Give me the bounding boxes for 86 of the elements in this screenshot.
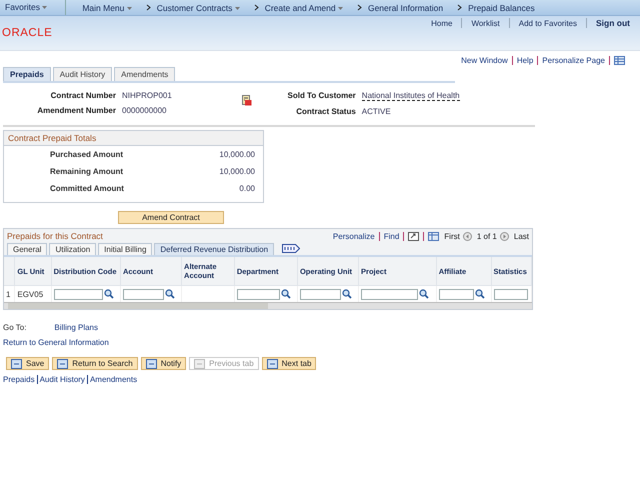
page-tab[interactable]: Prepaids (3, 67, 51, 81)
footer-link[interactable]: Prepaids (3, 375, 35, 384)
chevron-icon (457, 4, 462, 11)
logo: ORACLE (2, 27, 52, 39)
field-label: Contract Status (295, 107, 356, 116)
scrollbar[interactable] (4, 302, 532, 309)
amount-label: Purchased Amount (50, 150, 124, 159)
personalize-link[interactable]: Personalize (332, 232, 375, 240)
chevron-icon (254, 4, 259, 11)
previous-icon (462, 232, 472, 240)
toolbar-button[interactable]: Return to Search (52, 357, 138, 370)
search-icon[interactable] (164, 289, 175, 299)
page-tab[interactable]: Audit History (52, 67, 112, 81)
breadcrumb-link[interactable]: Main Menu (82, 2, 132, 12)
input-field[interactable] (122, 288, 164, 300)
header-link[interactable]: Worklist (471, 18, 500, 28)
input-field[interactable] (300, 288, 341, 300)
header-link[interactable]: Add to Favorites (518, 18, 577, 28)
next-icon (500, 232, 509, 240)
grid-tab[interactable]: Initial Billing (98, 243, 152, 255)
input-field[interactable] (494, 288, 528, 300)
report-icon[interactable] (242, 95, 252, 106)
chevron-icon (146, 4, 151, 11)
field-label: Amendment Number (36, 106, 116, 115)
input-field[interactable] (54, 288, 103, 300)
breadcrumb-link[interactable]: Prepaid Balances (468, 2, 535, 12)
return-link[interactable]: Return to General Information (3, 338, 109, 347)
search-icon[interactable] (419, 289, 430, 299)
amount-label: Committed Amount (50, 184, 124, 193)
search-icon[interactable] (280, 289, 291, 299)
field-value: 0000000000 (122, 106, 166, 115)
page-tab[interactable]: Amendments (114, 67, 176, 81)
grid-tab[interactable]: Utilization (49, 243, 96, 255)
goto-link[interactable]: Billing Plans (54, 323, 98, 332)
toolbar-icon (146, 358, 157, 368)
chevron-icon (356, 4, 362, 11)
caret-icon (338, 6, 343, 10)
header-link[interactable]: Sign out (596, 18, 630, 28)
caret-icon (42, 6, 48, 10)
amount-value: 10,000.00 (219, 167, 255, 176)
toolbar-button[interactable]: Next tab (262, 357, 316, 370)
amount-label: Remaining Amount (50, 167, 124, 176)
input-field[interactable] (438, 288, 474, 300)
customer-link[interactable]: National Institutes of Health (362, 91, 460, 101)
toolbar-icon (57, 358, 68, 368)
grid-tab[interactable]: General (7, 243, 48, 255)
toolbar-icon (11, 358, 22, 368)
page-link[interactable]: Personalize Page (542, 56, 605, 65)
grid-icon[interactable] (614, 56, 625, 65)
search-icon[interactable] (474, 289, 485, 299)
grid-title: Prepaids for this Contract (7, 231, 103, 241)
toolbar-button[interactable]: Notify (140, 357, 186, 370)
amount-value: 10,000.00 (219, 150, 255, 159)
favorites-menu[interactable]: Favorites (0, 0, 66, 15)
grid-icon[interactable] (428, 232, 440, 240)
breadcrumb-link[interactable]: Create and Amend (264, 2, 343, 12)
input-field[interactable] (361, 288, 418, 300)
field-value: ACTIVE (362, 107, 391, 116)
field-value: NIHPROP001 (122, 91, 172, 100)
field-label: Contract Number (50, 91, 116, 100)
header-link[interactable]: Home (431, 18, 452, 28)
toolbar-icon (266, 358, 278, 368)
show-all-columns-icon[interactable] (282, 244, 300, 253)
amend-contract-button[interactable]: Amend Contract (118, 211, 224, 224)
field-label: Sold To Customer (286, 91, 356, 101)
caret-icon (234, 6, 240, 10)
breadcrumb-link[interactable]: Customer Contracts (156, 2, 240, 12)
caret-icon (126, 6, 132, 10)
find-link[interactable]: Find (384, 232, 400, 240)
toolbar-button[interactable]: Save (6, 357, 50, 370)
row-count: 1 of 1 (476, 232, 497, 240)
search-icon[interactable] (104, 289, 114, 299)
table-cell: EGV05 (17, 290, 44, 298)
toolbar-icon (194, 358, 206, 368)
footer-link[interactable]: Audit History (40, 375, 85, 384)
grid-tab[interactable]: Deferred Revenue Distribution (154, 243, 274, 255)
zoom-icon[interactable] (408, 232, 420, 240)
goto-label: Go To: (3, 323, 26, 332)
search-icon[interactable] (342, 289, 352, 299)
panel-title: Contract Prepaid Totals (4, 131, 263, 146)
footer-link[interactable]: Amendments (90, 375, 138, 384)
page-link[interactable]: Help (516, 56, 534, 65)
input-field[interactable] (236, 288, 280, 300)
page-link[interactable]: New Window (461, 56, 508, 65)
breadcrumb-link[interactable]: General Information (368, 2, 444, 12)
amount-value: 0.00 (239, 184, 255, 193)
